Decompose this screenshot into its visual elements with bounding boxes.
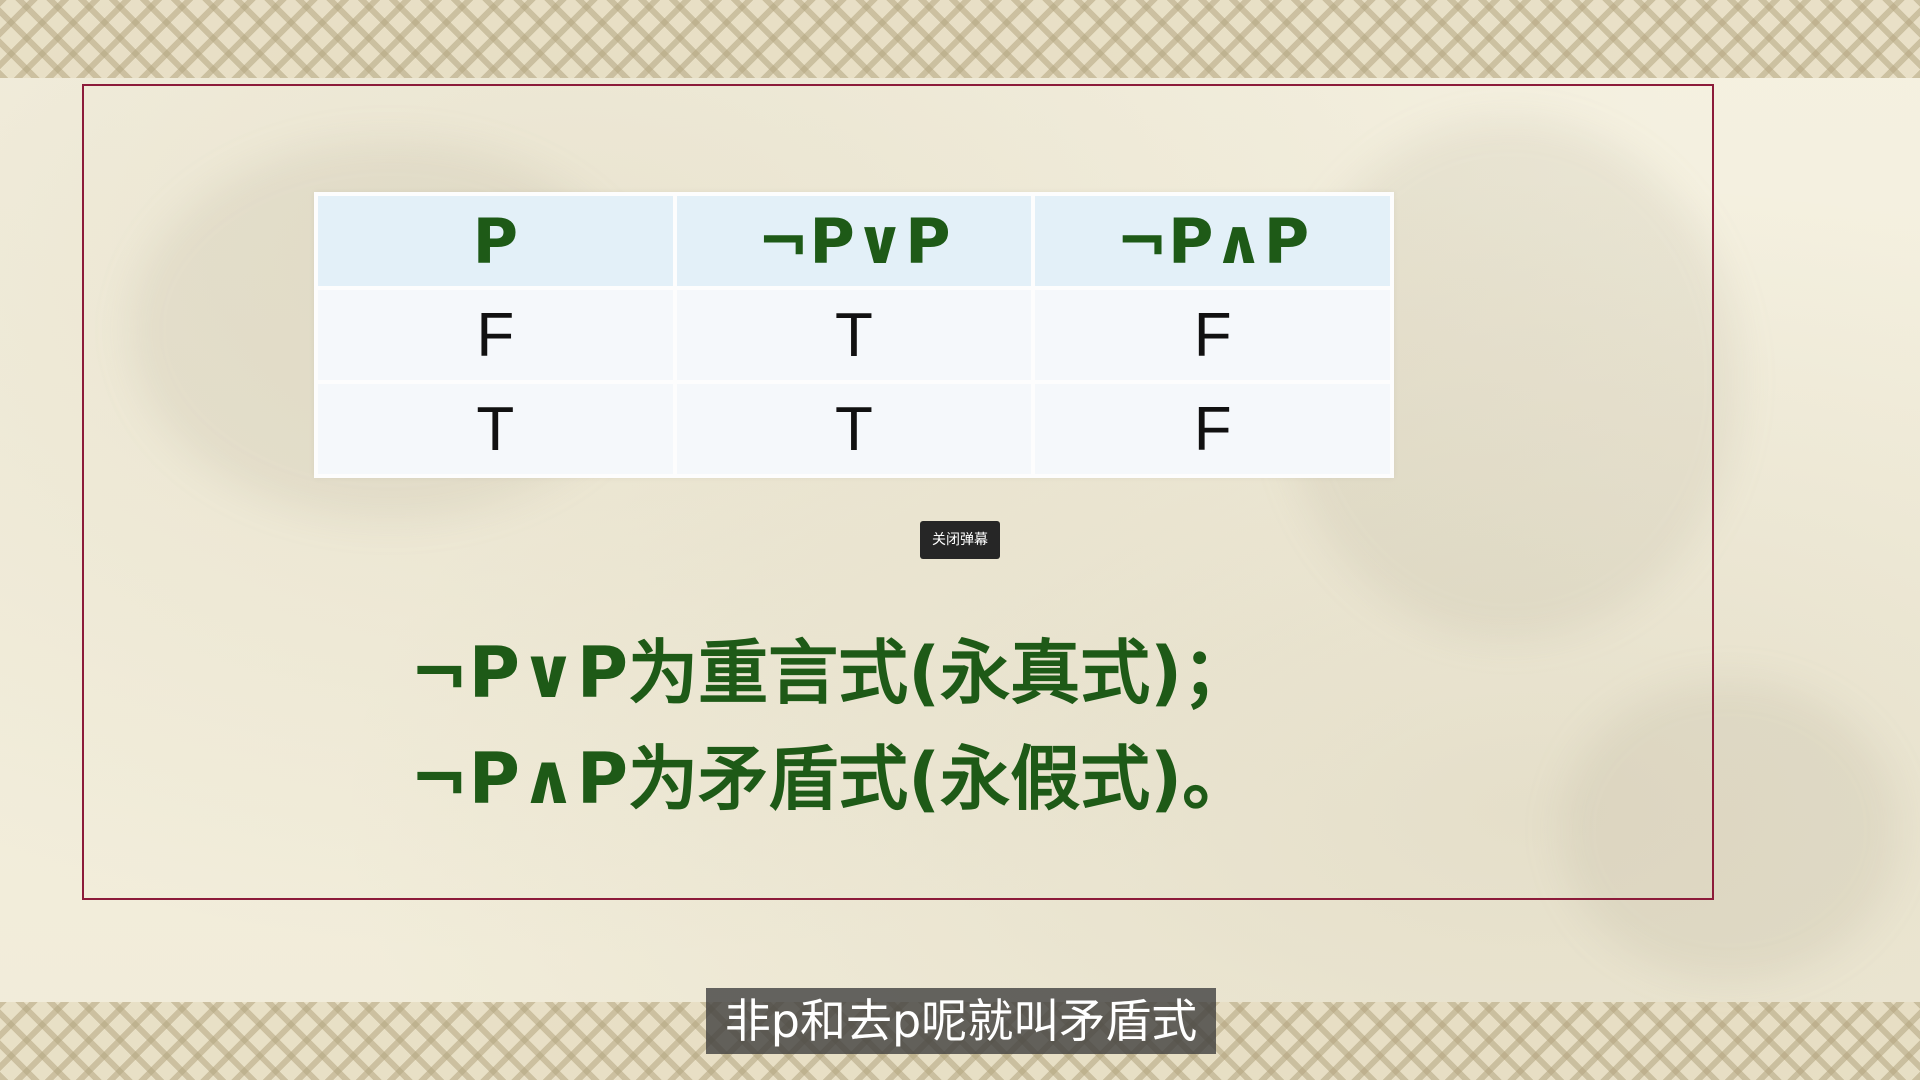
close-danmaku-button[interactable]: 关闭弹幕 [920,521,1000,559]
table-cell: T [318,384,673,474]
table-cell: F [1035,384,1390,474]
table-header-cell: ¬P∨P [676,196,1032,286]
table-cell: F [318,290,673,380]
table-row: T T F [318,384,1390,474]
contradiction-statement: ¬P∧P为矛盾式(永假式)。 [410,738,1253,820]
table-cell: T [676,290,1032,380]
table-row: F T F [318,290,1390,380]
table-header-cell: P [318,196,673,286]
video-frame: P ¬P∨P ¬P∧P F T F T T F 关闭弹幕 ¬P∨P为重言式(永真… [0,0,1920,1080]
truth-table: P ¬P∨P ¬P∧P F T F T T F [314,192,1394,478]
table-header-cell: ¬P∧P [1035,196,1390,286]
table-header-row: P ¬P∨P ¬P∧P [318,196,1390,286]
table-cell: F [1035,290,1390,380]
subtitle-caption: 非p和去p呢就叫矛盾式 [706,988,1216,1054]
conclusion-text: ¬P∨P为重言式(永真式)； ¬P∧P为矛盾式(永假式)。 [410,620,1252,832]
tautology-statement: ¬P∨P为重言式(永真式)； [410,632,1253,714]
table-cell: T [676,384,1032,474]
decorative-border-top [0,0,1920,78]
